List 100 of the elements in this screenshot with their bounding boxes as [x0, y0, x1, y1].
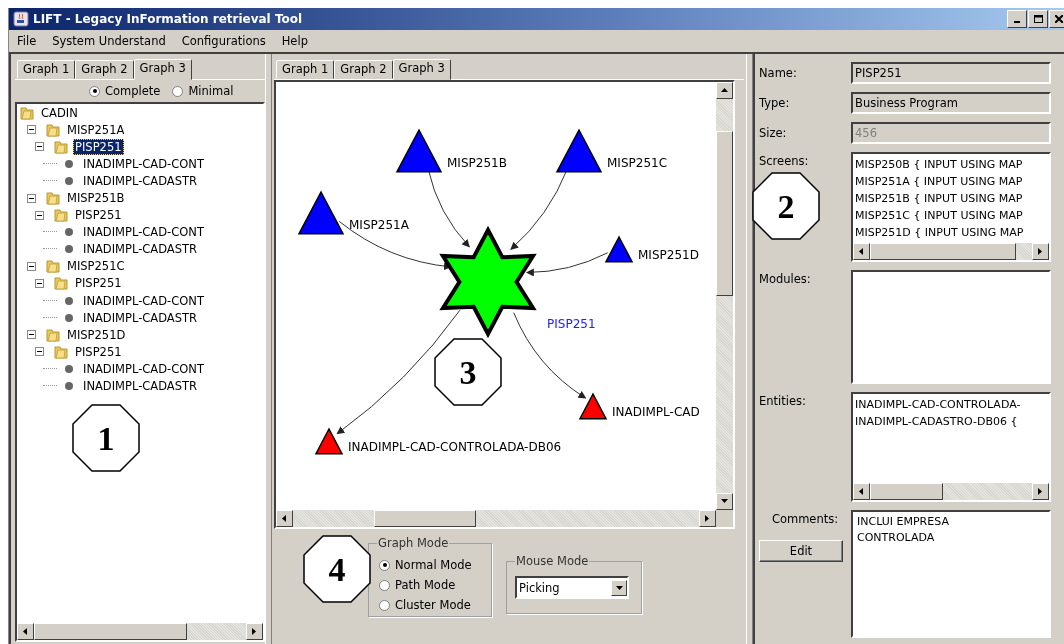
comments-field[interactable]: INCLUI EMPRESA CONTROLADA	[851, 510, 1051, 638]
tree-item[interactable]: PISP251	[73, 207, 124, 224]
field-label: Size:	[759, 126, 788, 140]
scroll-arrow-button[interactable]	[17, 623, 34, 640]
tab[interactable]: Graph 1	[17, 60, 76, 79]
tree-item[interactable]: MISP251A	[65, 121, 127, 138]
tree-item[interactable]: PISP251	[73, 343, 124, 360]
node-label: MISP251A	[349, 218, 409, 233]
scroll-arrow-button[interactable]	[853, 243, 870, 260]
triangle-node[interactable]	[578, 392, 608, 420]
list-box[interactable]: INADIMPL-CAD-CONTROLADA- INADIMPL-CADASTRO-DB06 {	[851, 392, 1051, 502]
tree-item[interactable]: INADIMPL-CADASTR	[81, 378, 200, 395]
tree-item[interactable]: PISP251	[73, 138, 124, 155]
folder-icon	[53, 207, 69, 224]
tab[interactable]: Graph 3	[133, 59, 192, 80]
scrollbar-thumb[interactable]	[34, 623, 187, 640]
callout-marker: 1	[72, 404, 140, 472]
folder-icon	[53, 275, 69, 292]
radio-button[interactable]: Cluster Mode	[379, 598, 483, 612]
list-item[interactable]: MISP251B { INPUT USING MAP	[855, 190, 1047, 207]
scrollbar-thumb[interactable]	[374, 510, 476, 527]
maximize-icon	[1033, 15, 1043, 23]
radio-button[interactable]: Path Mode	[379, 578, 483, 592]
scroll-arrow-button[interactable]	[716, 493, 733, 510]
scroll-arrow-button[interactable]	[699, 510, 716, 527]
triangle-node[interactable]	[314, 427, 344, 455]
tree-item[interactable]: INADIMPL-CADASTR	[81, 172, 200, 189]
scrollbar[interactable]	[17, 623, 263, 640]
list-item[interactable]: MISP251A { INPUT USING MAP	[855, 173, 1047, 190]
radio-button[interactable]: Normal Mode	[379, 558, 483, 572]
field-label: Name:	[759, 66, 798, 80]
list-item[interactable]: MISP251D { INPUT USING MAP	[855, 224, 1047, 241]
list-item[interactable]: MISP250B { INPUT USING MAP	[855, 156, 1047, 173]
tab[interactable]: Graph 2	[75, 60, 134, 79]
triangle-node[interactable]	[297, 190, 345, 235]
minimize-button[interactable]	[1007, 10, 1027, 28]
scroll-arrow-button[interactable]	[246, 623, 263, 640]
scroll-arrow-button[interactable]	[716, 82, 733, 99]
radio-button[interactable]: Complete	[89, 84, 161, 98]
triangle-node[interactable]	[395, 128, 443, 173]
list-box[interactable]: MISP250B { INPUT USING MAP MISP251A { INPUT USING MAP MISP251B { INPUT USING MAP MISP251C { INPUT USING MAP MISP251D { INPUT USING MAP	[851, 152, 1051, 262]
close-icon	[1055, 15, 1063, 23]
scroll-arrow-button[interactable]	[276, 510, 293, 527]
scrollbar-thumb[interactable]	[870, 243, 1016, 260]
tree-item[interactable]: INADIMPL-CADASTR	[81, 309, 200, 326]
scroll-arrow-button[interactable]	[1032, 243, 1049, 260]
folder-icon	[45, 258, 61, 275]
text-field[interactable]: PISP251	[851, 62, 1051, 84]
tree-item[interactable]: MISP251C	[65, 258, 127, 275]
list-item[interactable]: INADIMPL-CAD-CONTROLADA-	[855, 396, 1047, 413]
scrollbar-thumb[interactable]	[870, 483, 943, 500]
splitter-bar[interactable]	[746, 54, 753, 644]
folder-icon	[53, 343, 69, 360]
folder-icon	[45, 326, 61, 343]
tree-item[interactable]: INADIMPL-CAD-CONT	[81, 155, 206, 172]
menu-item[interactable]: Help	[273, 34, 316, 48]
menu-item[interactable]: Configurations	[173, 34, 274, 48]
tree-item[interactable]: INADIMPL-CAD-CONT	[81, 360, 206, 377]
triangle-node[interactable]	[604, 235, 634, 263]
radio-button[interactable]: Minimal	[172, 84, 234, 98]
tree-item[interactable]: CADIN	[39, 104, 80, 121]
maximize-button[interactable]	[1028, 10, 1048, 28]
star-node[interactable]	[439, 225, 537, 339]
menu-item[interactable]: System Understand	[44, 34, 174, 48]
folder-icon	[45, 190, 61, 206]
text-field[interactable]: Business Program	[851, 92, 1051, 114]
field-label: Comments:	[771, 512, 839, 526]
tab[interactable]: Graph 1	[276, 60, 335, 79]
tab[interactable]: Graph 2	[334, 60, 393, 79]
scroll-arrow-button[interactable]	[1032, 483, 1049, 500]
group-title: Mouse Mode	[515, 554, 590, 568]
edit-button[interactable]: Edit	[759, 540, 843, 562]
scrollbar[interactable]	[716, 82, 733, 510]
list-box[interactable]	[851, 270, 1051, 384]
tree-item[interactable]: INADIMPL-CAD-CONT	[81, 224, 206, 241]
tree-item[interactable]: PISP251	[73, 275, 124, 292]
splitter-bar[interactable]	[265, 54, 272, 644]
field-label: Entities:	[759, 393, 807, 408]
node-label: MISP251B	[447, 156, 507, 171]
node-label: INADIMPL-CAD-CONTROLADA-DB06	[348, 440, 562, 455]
minimize-icon	[1014, 21, 1020, 23]
callout-marker: 3	[434, 338, 502, 406]
scrollbar[interactable]	[853, 483, 1049, 500]
tree-item[interactable]: INADIMPL-CAD-CONT	[81, 292, 206, 309]
callout-marker: 2	[752, 172, 820, 240]
close-button[interactable]	[1049, 10, 1064, 28]
tree-item[interactable]: MISP251D	[65, 326, 128, 343]
scrollbar[interactable]	[853, 243, 1049, 260]
menu-item[interactable]: File	[9, 34, 45, 48]
tree-item[interactable]: INADIMPL-CADASTR	[81, 241, 200, 258]
field-label: Type:	[759, 96, 791, 110]
tab[interactable]: Graph 3	[392, 59, 451, 80]
dropdown[interactable]: Picking	[515, 576, 629, 599]
triangle-node[interactable]	[555, 128, 603, 173]
scrollbar[interactable]	[276, 510, 716, 527]
list-item[interactable]: INADIMPL-CADASTRO-DB06 {	[855, 413, 1047, 430]
tree-item[interactable]: MISP251B	[65, 190, 127, 206]
scrollbar-thumb[interactable]	[716, 130, 733, 296]
scroll-arrow-button[interactable]	[853, 483, 870, 500]
list-item[interactable]: MISP251C { INPUT USING MAP	[855, 207, 1047, 224]
